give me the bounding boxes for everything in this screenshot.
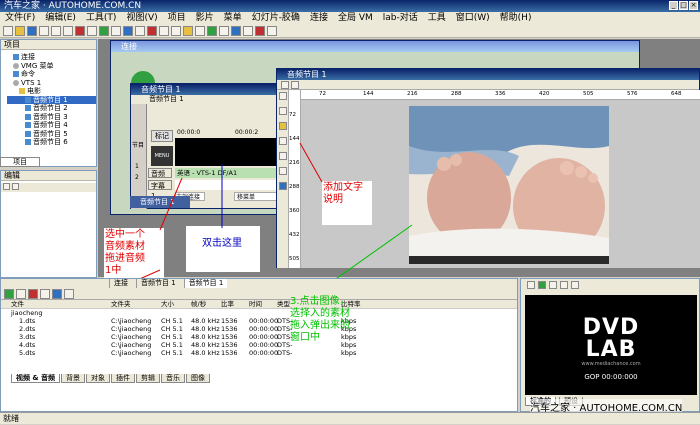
cell-name: 5.dts bbox=[19, 349, 36, 357]
asset-bottom-tabs: 视频 & 音频 背景 对象 插件 剪辑 音乐 图像 bbox=[11, 373, 211, 383]
cell-rate: 48.0 kHz bbox=[191, 349, 220, 357]
cell-ratio: 1536 bbox=[221, 317, 238, 325]
preview-screen: DVD LAB www.mediachance.com GOP 00:00:00… bbox=[525, 295, 697, 395]
cell-rate: 48.0 kHz bbox=[191, 325, 220, 333]
cell-time: 00:00:00 bbox=[249, 317, 279, 325]
cell-ratio: 1536 bbox=[221, 349, 238, 357]
preview-panel: DVD LAB www.mediachance.com GOP 00:00:00… bbox=[520, 278, 700, 412]
asset-bottom-tab[interactable]: 图像 bbox=[185, 374, 210, 383]
preview-next-icon[interactable] bbox=[571, 281, 579, 289]
add-text-arrow bbox=[299, 142, 323, 183]
cell-ratio: 1536 bbox=[221, 341, 238, 349]
dvdlab-logo-sub: www.mediachance.com bbox=[581, 361, 641, 367]
asset-bottom-tab[interactable]: 剪辑 bbox=[135, 374, 160, 383]
view-detail-icon[interactable] bbox=[52, 288, 62, 299]
cell-folder: C:\jiaocheng bbox=[111, 349, 152, 357]
cell-folder: C:\jiaocheng bbox=[111, 325, 152, 333]
cell-folder: C:\jiaocheng bbox=[111, 341, 152, 349]
preview-stop-icon[interactable] bbox=[527, 281, 535, 289]
cell-name: 1.dts bbox=[19, 317, 36, 325]
column-header[interactable]: 帧/秒 bbox=[191, 300, 206, 308]
column-header[interactable]: 文件夹 bbox=[111, 300, 131, 308]
cell-name: 3.dts bbox=[19, 333, 36, 341]
dvdlab-logo-top: DVD bbox=[582, 315, 640, 340]
cell-time: 00:00:00 bbox=[249, 333, 279, 341]
cell-time: 00:00:00 bbox=[249, 325, 279, 333]
table-row[interactable]: 2.dts C:\jiaocheng CH 5.1 48.0 kHz 1536 00:00… bbox=[1, 325, 517, 333]
cell-rate: 48.0 kHz bbox=[191, 317, 220, 325]
asset-tab[interactable]: 连接 bbox=[109, 279, 132, 288]
annotation-click-image: 3.点击图像， 选择入的素材 拖入弹出来的 窗口中 bbox=[290, 296, 350, 343]
asset-table-header: 文件 文件夹 大小 帧/秒 比率 时间 类型 比特率 bbox=[1, 300, 517, 309]
asset-bottom-tab[interactable]: 插件 bbox=[110, 374, 135, 383]
cell-ratio: 1536 bbox=[221, 325, 238, 333]
view-list-icon[interactable] bbox=[40, 288, 50, 299]
cell-rate: 48.0 kHz bbox=[191, 341, 220, 349]
column-header[interactable]: 大小 bbox=[161, 300, 174, 308]
asset-bottom-tab[interactable]: 对象 bbox=[85, 374, 110, 383]
cell-name: 2.dts bbox=[19, 325, 36, 333]
column-header[interactable]: 比率 bbox=[221, 300, 234, 308]
asset-bottom-tab[interactable]: 视频 & 音频 bbox=[11, 374, 60, 383]
table-row[interactable]: 4.dts C:\jiaocheng CH 5.1 48.0 kHz 1536 00:00… bbox=[1, 341, 517, 349]
delete-icon[interactable] bbox=[28, 288, 38, 299]
cell-size: CH 5.1 bbox=[161, 333, 183, 341]
add-asset-icon[interactable] bbox=[4, 288, 14, 299]
refresh-icon[interactable] bbox=[64, 288, 74, 299]
preview-toolbar bbox=[521, 279, 699, 291]
cell-size: CH 5.1 bbox=[161, 341, 183, 349]
asset-panel: 连接 音频节目 1 音频节目 1 文件 文件夹 大小 帧/秒 比率 时间 类型 比特率 jiaoc… bbox=[0, 278, 518, 412]
folder-icon[interactable] bbox=[16, 288, 26, 299]
table-row[interactable]: 1.dts C:\jiaocheng CH 5.1 48.0 kHz 1536 00:00… bbox=[1, 317, 517, 325]
dvdlab-logo-bottom: LAB bbox=[585, 337, 637, 362]
asset-tabs: 连接 音频节目 1 音频节目 1 bbox=[1, 279, 517, 288]
cell-time: 00:00:00 bbox=[249, 341, 279, 349]
table-row[interactable]: 3.dts C:\jiaocheng CH 5.1 48.0 kHz 1536 00:00… bbox=[1, 333, 517, 341]
asset-tab[interactable]: 音频节目 1 bbox=[136, 279, 180, 288]
cell-folder: C:\jiaocheng bbox=[111, 317, 152, 325]
cell-size: CH 5.1 bbox=[161, 317, 183, 325]
column-header[interactable]: 时间 bbox=[249, 300, 262, 308]
status-bar: 就绪 bbox=[0, 412, 700, 424]
cell-type: DTS- bbox=[277, 349, 293, 357]
table-row[interactable]: 5.dts C:\jiaocheng CH 5.1 48.0 kHz 1536 00:00… bbox=[1, 349, 517, 357]
column-header[interactable]: 文件 bbox=[11, 300, 24, 308]
cell-rate: 48.0 kHz bbox=[191, 333, 220, 341]
status-text: 就绪 bbox=[3, 414, 19, 423]
asset-tab[interactable]: 音频节目 1 bbox=[183, 279, 228, 288]
gop-readout: GOP 00:00:000 bbox=[584, 373, 638, 381]
cell-size: CH 5.1 bbox=[161, 349, 183, 357]
cell-time: 00:00:00 bbox=[249, 349, 279, 357]
preview-prev-icon[interactable] bbox=[560, 281, 568, 289]
cell-name: 4.dts bbox=[19, 341, 36, 349]
asset-table-body: 1.dts C:\jiaocheng CH 5.1 48.0 kHz 1536 00:00… bbox=[1, 317, 517, 357]
asset-toolbar bbox=[1, 288, 517, 300]
asset-root-row[interactable]: jiaocheng bbox=[1, 309, 517, 317]
asset-bottom-tab[interactable]: 背景 bbox=[60, 374, 85, 383]
preview-pause-icon[interactable] bbox=[549, 281, 557, 289]
cell-bitrate: kbps bbox=[341, 349, 357, 357]
asset-bottom-tab[interactable]: 音乐 bbox=[160, 374, 185, 383]
preview-play-icon[interactable] bbox=[538, 281, 546, 289]
cell-folder: C:\jiaocheng bbox=[111, 333, 152, 341]
cell-size: CH 5.1 bbox=[161, 325, 183, 333]
select-asset-arrow-up bbox=[159, 177, 183, 231]
cell-ratio: 1536 bbox=[221, 333, 238, 341]
